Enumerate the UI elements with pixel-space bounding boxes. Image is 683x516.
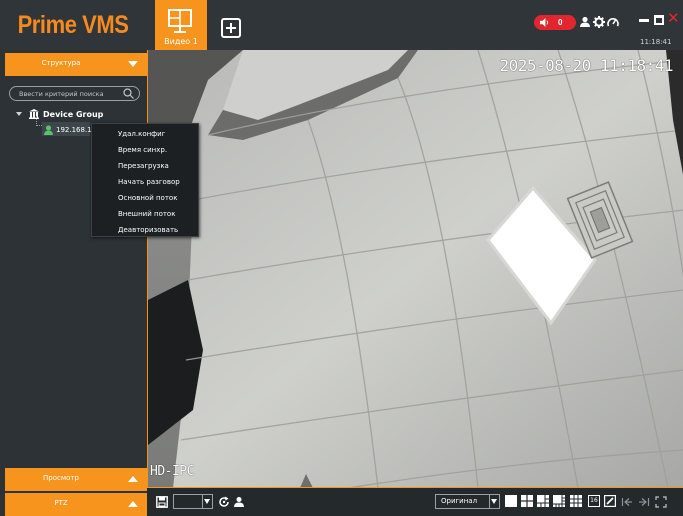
app-window: Prime VMS Видео 1 0 ✕ 11:18:41 Структура…	[0, 0, 683, 516]
camera-feed-image	[148, 50, 683, 487]
next-page-icon[interactable]	[638, 496, 650, 508]
left-panel: Структура Device Group	[0, 50, 147, 516]
tree-node-device-group[interactable]: Device Group	[16, 108, 103, 120]
app-logo: Prime VMS	[0, 0, 147, 50]
layout-9-icon[interactable]	[570, 495, 582, 507]
expand-arrow-icon[interactable]	[16, 112, 22, 116]
osd-camera-name: HD-IPC	[150, 464, 194, 479]
video-toolbar: Оригинал 16	[147, 488, 683, 516]
aspect-ratio-value: Оригинал	[441, 497, 478, 505]
context-menu: Удал.конфиг Время синхр. Перезагрузка На…	[91, 123, 199, 237]
tab-video-1[interactable]: Видео 1	[155, 0, 207, 50]
plus-square-icon[interactable]	[221, 18, 241, 38]
alarm-count: 0	[558, 18, 563, 27]
chevron-up-icon	[128, 476, 138, 482]
menu-item-delete-config[interactable]: Удал.конфиг	[118, 130, 165, 144]
select-separator	[489, 495, 490, 508]
aspect-ratio-select[interactable]: Оригинал	[435, 494, 500, 509]
layout-1-icon[interactable]	[505, 495, 517, 507]
tab-label: Видео 1	[164, 37, 198, 46]
layout-8-icon[interactable]	[553, 495, 565, 507]
menu-item-main-stream[interactable]: Основной поток	[118, 194, 177, 208]
snapshot-icon[interactable]	[156, 496, 168, 508]
user-icon[interactable]	[579, 16, 591, 28]
title-bar: Prime VMS Видео 1 0 ✕ 11:18:41	[0, 0, 683, 50]
logo-text: Prime VMS	[18, 10, 129, 39]
maximize-icon[interactable]	[654, 15, 664, 25]
chevron-up-icon	[128, 501, 138, 507]
menu-item-reboot[interactable]: Перезагрузка	[118, 162, 169, 176]
caret-down-icon	[491, 499, 497, 504]
menu-item-logout[interactable]: Деавторизовать	[118, 226, 178, 240]
video-pane[interactable]: 2025-08-20 11:18:41 HD-IPC	[147, 50, 683, 488]
section-view-label: Просмотр	[43, 474, 79, 482]
alarm-badge[interactable]: 0	[534, 15, 576, 30]
osd-timestamp: 2025-08-20 11:18:41	[499, 56, 673, 75]
menu-item-external-stream[interactable]: Внешний поток	[118, 210, 175, 224]
prev-page-icon[interactable]	[621, 496, 633, 508]
caret-down-icon	[204, 499, 210, 504]
speaker-icon	[540, 18, 549, 27]
select-separator	[202, 495, 203, 508]
close-icon[interactable]: ✕	[667, 11, 681, 26]
menu-item-time-sync[interactable]: Время синхр.	[118, 146, 167, 160]
section-ptz-label: PTZ	[54, 499, 68, 507]
edit-icon[interactable]	[604, 495, 616, 507]
section-ptz-header[interactable]: PTZ	[5, 493, 147, 516]
search-input[interactable]	[19, 89, 119, 99]
search-box	[9, 86, 140, 101]
gauge-icon[interactable]	[607, 16, 619, 28]
menu-item-start-talk[interactable]: Начать разговор	[118, 178, 180, 192]
gear-icon[interactable]	[593, 16, 605, 28]
camera-user-icon	[44, 125, 53, 135]
monitor-icon	[168, 9, 192, 33]
refresh-icon[interactable]	[218, 496, 230, 508]
layout-6-icon[interactable]	[537, 495, 549, 507]
minimize-icon[interactable]	[639, 19, 649, 22]
section-structure-header[interactable]: Структура	[5, 53, 147, 76]
search-icon[interactable]	[123, 88, 134, 99]
section-structure-label: Структура	[41, 59, 81, 67]
tree-node-label: Device Group	[43, 109, 104, 119]
header-clock: 11:18:41	[640, 38, 672, 46]
stream-select[interactable]	[173, 494, 213, 509]
talk-icon[interactable]	[233, 496, 245, 508]
layout-4-icon[interactable]	[521, 495, 533, 507]
layout-16-icon[interactable]: 16	[588, 495, 600, 507]
chevron-down-icon	[128, 61, 138, 67]
fullscreen-icon[interactable]	[655, 496, 667, 508]
section-view-header[interactable]: Просмотр	[5, 468, 147, 491]
